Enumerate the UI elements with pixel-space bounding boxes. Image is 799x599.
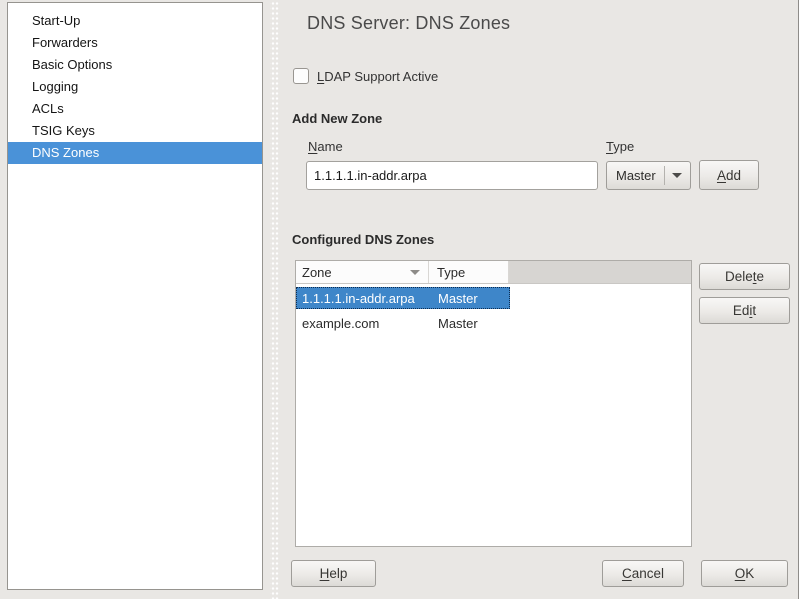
table-row[interactable]: 1.1.1.1.in-addr.arpa Master [296, 287, 510, 309]
zone-type-selected-value: Master [607, 168, 664, 183]
sidebar-item-tsig-keys[interactable]: TSIG Keys [8, 120, 262, 142]
type-label: Type [606, 139, 634, 154]
sidebar-item-dns-zones[interactable]: DNS Zones [8, 142, 262, 164]
sidebar-item-logging[interactable]: Logging [8, 76, 262, 98]
sidebar-item-acls[interactable]: ACLs [8, 98, 262, 120]
ldap-support-label: LDAP Support Active [317, 69, 438, 84]
help-button[interactable]: Help [291, 560, 376, 587]
configured-zones-heading: Configured DNS Zones [292, 232, 434, 247]
column-header-filler [509, 261, 691, 283]
sidebar-item-start-up[interactable]: Start-Up [8, 10, 262, 32]
navigation-list: Start-Up Forwarders Basic Options Loggin… [7, 2, 263, 590]
column-header-type[interactable]: Type [429, 261, 509, 283]
add-button[interactable]: Add [699, 160, 759, 190]
zone-type-select[interactable]: Master [606, 161, 691, 190]
pane-splitter[interactable] [270, 0, 279, 599]
cancel-button[interactable]: Cancel [602, 560, 684, 587]
zone-name-input[interactable] [306, 161, 598, 190]
type-cell: Master [430, 316, 510, 331]
table-row[interactable]: example.com Master [296, 312, 691, 334]
dns-server-dialog: Start-Up Forwarders Basic Options Loggin… [0, 0, 799, 599]
ok-button[interactable]: OK [701, 560, 788, 587]
add-new-zone-heading: Add New Zone [292, 111, 382, 126]
zone-cell: 1.1.1.1.in-addr.arpa [296, 291, 430, 306]
column-header-zone[interactable]: Zone [296, 261, 429, 283]
sidebar-item-basic-options[interactable]: Basic Options [8, 54, 262, 76]
sidebar-item-forwarders[interactable]: Forwarders [8, 32, 262, 54]
type-cell: Master [430, 291, 510, 306]
sort-descending-icon [410, 270, 420, 275]
zone-cell: example.com [296, 316, 430, 331]
ldap-support-row: LDAP Support Active [293, 68, 438, 84]
delete-button[interactable]: Delete [699, 263, 790, 290]
chevron-down-icon [672, 173, 682, 178]
page-title: DNS Server: DNS Zones [307, 13, 510, 34]
combo-separator [664, 166, 665, 185]
configured-zones-table: Zone Type 1.1.1.1.in-addr.arpa Master ex… [295, 260, 692, 547]
ldap-support-checkbox[interactable] [293, 68, 309, 84]
table-header-row: Zone Type [296, 261, 691, 284]
edit-button[interactable]: Edit [699, 297, 790, 324]
name-label: Name [308, 139, 343, 154]
